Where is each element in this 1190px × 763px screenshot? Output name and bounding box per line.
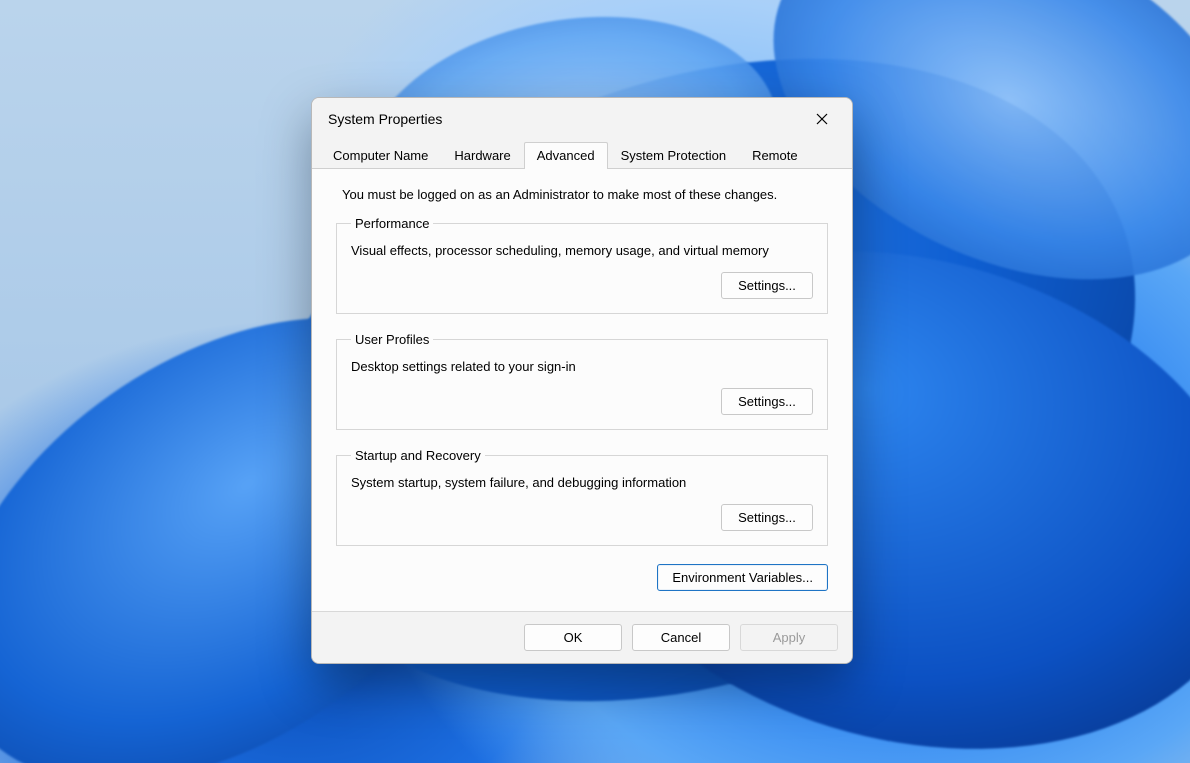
environment-variables-button[interactable]: Environment Variables...	[657, 564, 828, 591]
tab-remote[interactable]: Remote	[739, 142, 811, 169]
startup-recovery-legend: Startup and Recovery	[351, 448, 485, 463]
admin-note: You must be logged on as an Administrato…	[342, 187, 828, 202]
tab-page-advanced: You must be logged on as an Administrato…	[312, 169, 852, 611]
tab-strip: Computer Name Hardware Advanced System P…	[312, 140, 852, 169]
performance-settings-button[interactable]: Settings...	[721, 272, 813, 299]
desktop-background: System Properties Computer Name Hardware…	[0, 0, 1190, 763]
performance-group: Performance Visual effects, processor sc…	[336, 216, 828, 314]
performance-legend: Performance	[351, 216, 433, 231]
close-button[interactable]	[806, 105, 838, 133]
window-title: System Properties	[328, 111, 442, 127]
user-profiles-legend: User Profiles	[351, 332, 433, 347]
apply-button[interactable]: Apply	[740, 624, 838, 651]
tab-computer-name[interactable]: Computer Name	[320, 142, 441, 169]
startup-recovery-settings-button[interactable]: Settings...	[721, 504, 813, 531]
ok-button[interactable]: OK	[524, 624, 622, 651]
performance-desc: Visual effects, processor scheduling, me…	[351, 243, 813, 258]
tab-advanced[interactable]: Advanced	[524, 142, 608, 169]
dialog-footer: OK Cancel Apply	[312, 611, 852, 663]
user-profiles-group: User Profiles Desktop settings related t…	[336, 332, 828, 430]
startup-recovery-group: Startup and Recovery System startup, sys…	[336, 448, 828, 546]
startup-recovery-desc: System startup, system failure, and debu…	[351, 475, 813, 490]
close-icon	[816, 113, 828, 125]
titlebar[interactable]: System Properties	[312, 98, 852, 140]
tab-hardware[interactable]: Hardware	[441, 142, 523, 169]
system-properties-dialog: System Properties Computer Name Hardware…	[311, 97, 853, 664]
cancel-button[interactable]: Cancel	[632, 624, 730, 651]
tab-system-protection[interactable]: System Protection	[608, 142, 740, 169]
user-profiles-settings-button[interactable]: Settings...	[721, 388, 813, 415]
user-profiles-desc: Desktop settings related to your sign-in	[351, 359, 813, 374]
